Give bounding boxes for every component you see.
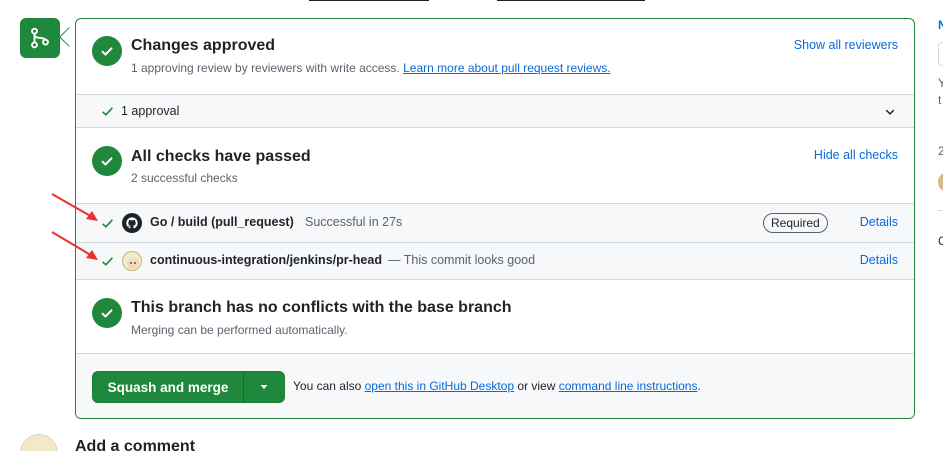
check-details-link[interactable]: Details: [860, 215, 898, 229]
sidebar-divider: [938, 210, 943, 211]
jenkins-icon: [122, 251, 142, 271]
open-in-desktop-link[interactable]: open this in GitHub Desktop: [365, 379, 514, 393]
check-details-link[interactable]: Details: [860, 253, 898, 267]
checks-check-icon: [92, 146, 122, 176]
top-underline-right: [497, 0, 645, 1]
check-status: Successful in 27s: [305, 215, 403, 229]
chevron-down-icon[interactable]: [884, 106, 896, 118]
checks-title: All checks have passed: [131, 148, 311, 165]
learn-more-link[interactable]: Learn more about pull request reviews.: [403, 61, 610, 75]
sidebar-clipped-text-3: 2: [938, 144, 943, 158]
approved-section: Changes approved 1 approving review by r…: [76, 19, 914, 94]
sidebar-clipped-text-4: C: [938, 234, 943, 248]
check-row: continuous-integration/jenkins/pr-head —…: [76, 242, 914, 280]
add-comment-title: Add a comment: [75, 438, 196, 451]
git-merge-icon: [31, 27, 49, 49]
approval-count: 1 approval: [121, 104, 180, 118]
approved-check-icon: [92, 36, 122, 66]
sidebar-clipped-input[interactable]: [938, 42, 943, 66]
squash-and-merge-button[interactable]: Squash and merge: [93, 372, 244, 402]
annotation-arrow: [51, 193, 98, 221]
approved-description-text: 1 approving review by reviewers with wri…: [131, 61, 400, 75]
github-icon: [122, 213, 142, 233]
sidebar-clipped-text-2: t: [938, 93, 942, 107]
conflicts-title: This branch has no conflicts with the ba…: [131, 299, 512, 316]
caret-down-icon: [260, 385, 268, 389]
user-avatar: [20, 434, 58, 451]
command-line-instructions-link[interactable]: command line instructions: [559, 379, 698, 393]
merge-alternatives-note: You can also open this in GitHub Desktop…: [293, 379, 701, 393]
check-status: — This commit looks good: [388, 253, 536, 267]
merge-note-suffix: .: [697, 379, 701, 393]
squash-merge-button-group: Squash and merge: [92, 371, 285, 403]
merge-action-section: Squash and merge You can also open this …: [76, 354, 914, 418]
conflicts-subtitle: Merging can be performed automatically.: [131, 323, 348, 337]
check-name: Go / build (pull_request): [150, 215, 294, 229]
checks-section: All checks have passed 2 successful chec…: [76, 128, 914, 203]
check-name: continuous-integration/jenkins/pr-head: [150, 253, 382, 267]
merge-note-prefix: You can also: [293, 379, 362, 393]
sidebar-clipped-text-1: Y: [938, 76, 943, 90]
sidebar-clipped-link[interactable]: N: [938, 18, 943, 32]
approved-title: Changes approved: [131, 37, 276, 54]
check-row: Go / build (pull_request) Successful in …: [76, 203, 914, 242]
git-branch-badge: [20, 18, 60, 58]
approval-summary-row[interactable]: 1 approval: [76, 94, 914, 128]
conflicts-check-icon: [92, 298, 122, 328]
annotation-arrow: [51, 231, 98, 260]
merge-box: Changes approved 1 approving review by r…: [75, 18, 915, 419]
merge-note-middle: or view: [517, 379, 556, 393]
sidebar-clipped-avatar: [938, 172, 943, 192]
approval-check-icon: [102, 107, 113, 116]
show-all-reviewers-link[interactable]: Show all reviewers: [794, 38, 898, 52]
merge-method-dropdown[interactable]: [244, 372, 284, 402]
required-badge: Required: [763, 213, 828, 233]
checks-subtitle: 2 successful checks: [131, 171, 238, 185]
conflicts-section: This branch has no conflicts with the ba…: [76, 280, 914, 354]
top-underline-left: [309, 0, 429, 1]
hide-all-checks-link[interactable]: Hide all checks: [814, 148, 898, 162]
approved-description: 1 approving review by reviewers with wri…: [131, 61, 611, 75]
